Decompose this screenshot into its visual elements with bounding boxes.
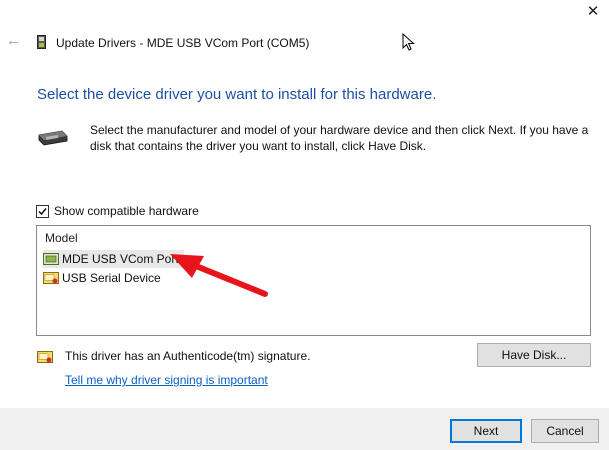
show-compatible-row[interactable]: Show compatible hardware — [36, 204, 199, 218]
page-heading: Select the device driver you want to ins… — [37, 86, 437, 103]
hardware-cable-icon — [38, 130, 68, 146]
show-compatible-checkbox[interactable] — [36, 204, 49, 218]
instruction-text: Select the manufacturer and model of you… — [90, 123, 589, 153]
close-icon[interactable]: ✕ — [583, 2, 603, 22]
cancel-button[interactable]: Cancel — [531, 419, 599, 443]
next-button[interactable]: Next — [450, 419, 522, 443]
driver-signing-link[interactable]: Tell me why driver signing is important — [65, 373, 268, 387]
show-compatible-label: Show compatible hardware — [54, 204, 199, 218]
annotation-arrow — [170, 254, 268, 297]
usb-device-icon — [37, 35, 46, 49]
window-title: Update Drivers - MDE USB VCom Port (COM5… — [56, 36, 310, 50]
port-icon — [43, 253, 59, 265]
signature-certificate-icon — [37, 351, 53, 363]
model-column-header: Model — [45, 231, 78, 245]
mouse-cursor-icon — [402, 33, 415, 51]
model-item-label: USB Serial Device — [62, 271, 161, 285]
have-disk-button[interactable]: Have Disk... — [477, 343, 591, 367]
back-arrow-icon[interactable]: ← — [6, 33, 22, 49]
model-list[interactable]: Model MDE USB VCom Port USB Serial Devic… — [36, 225, 591, 336]
checkmark-icon — [38, 207, 47, 215]
list-item[interactable]: USB Serial Device — [43, 269, 166, 287]
certified-driver-icon — [43, 272, 59, 284]
update-drivers-window: ✕ ← Update Drivers - MDE USB VCom Port (… — [0, 0, 609, 450]
signature-status-text: This driver has an Authenticode(tm) sign… — [65, 349, 311, 363]
title-bar: ✕ ← Update Drivers - MDE USB VCom Port (… — [0, 0, 609, 64]
